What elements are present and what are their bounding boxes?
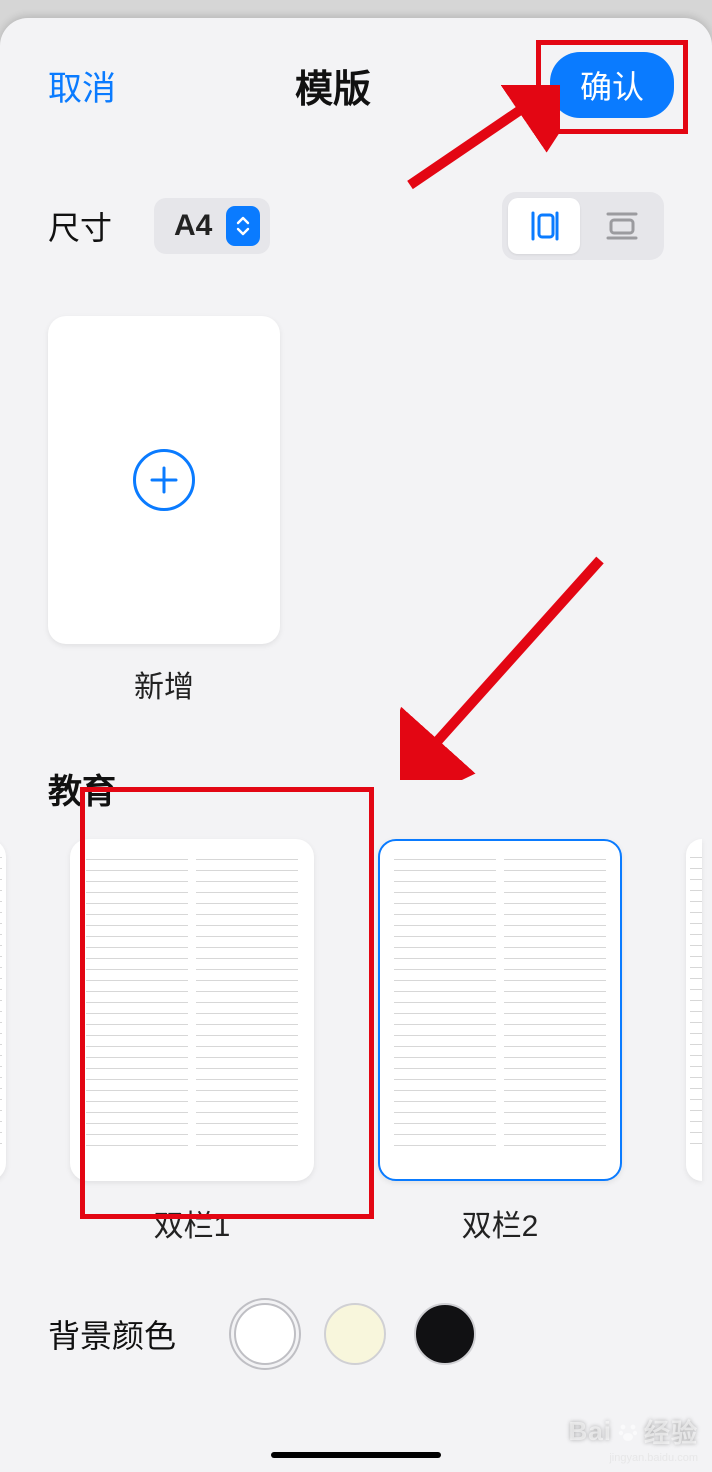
confirm-button[interactable]: 确认 <box>550 52 674 118</box>
background-label: 背景颜色 <box>48 1311 176 1357</box>
watermark-sub: jingyan.baidu.com <box>609 1448 698 1466</box>
newadd-card[interactable] <box>48 316 280 644</box>
swatch-cream[interactable] <box>324 1303 386 1365</box>
watermark: Bai 经验 <box>569 1413 698 1450</box>
size-label: 尺寸 <box>48 203 112 249</box>
home-indicator <box>271 1452 441 1458</box>
template-card-1[interactable] <box>70 839 314 1181</box>
plus-icon <box>133 449 195 511</box>
template-label-1: 双栏1 <box>154 1201 231 1245</box>
orientation-landscape-button[interactable] <box>586 198 658 254</box>
newadd-section: 新增 <box>0 316 712 706</box>
section-education-title: 教育 <box>0 764 712 813</box>
template-sheet: 取消 模版 确认 尺寸 A4 <box>0 18 712 1472</box>
newadd-label: 新增 <box>48 662 280 706</box>
orientation-toggle <box>502 192 664 260</box>
swatch-black[interactable] <box>414 1303 476 1365</box>
size-row: 尺寸 A4 <box>0 192 712 260</box>
background-row: 背景颜色 <box>0 1303 712 1365</box>
orientation-portrait-button[interactable] <box>508 198 580 254</box>
watermark-brand: Bai <box>569 1416 612 1447</box>
template-item-1[interactable]: 双栏1 <box>70 839 314 1245</box>
header: 取消 模版 确认 <box>0 50 712 120</box>
portrait-icon <box>527 209 561 243</box>
landscape-icon <box>602 209 642 243</box>
size-picker[interactable]: A4 <box>154 198 270 254</box>
size-value: A4 <box>174 209 212 243</box>
template-peek-right[interactable] <box>686 839 702 1181</box>
cancel-button[interactable]: 取消 <box>48 61 116 110</box>
watermark-brand2: 经验 <box>644 1413 698 1450</box>
template-row[interactable]: 双栏1 双栏2 <box>0 839 712 1245</box>
swatch-white[interactable] <box>234 1303 296 1365</box>
template-label-2: 双栏2 <box>462 1201 539 1245</box>
template-item-2[interactable]: 双栏2 <box>378 839 622 1245</box>
template-card-2[interactable] <box>378 839 622 1181</box>
paw-icon <box>618 1421 638 1443</box>
size-stepper-icon[interactable] <box>226 206 260 246</box>
page-title: 模版 <box>295 58 371 113</box>
size-left: 尺寸 A4 <box>48 198 270 254</box>
template-peek-left[interactable] <box>0 839 6 1181</box>
